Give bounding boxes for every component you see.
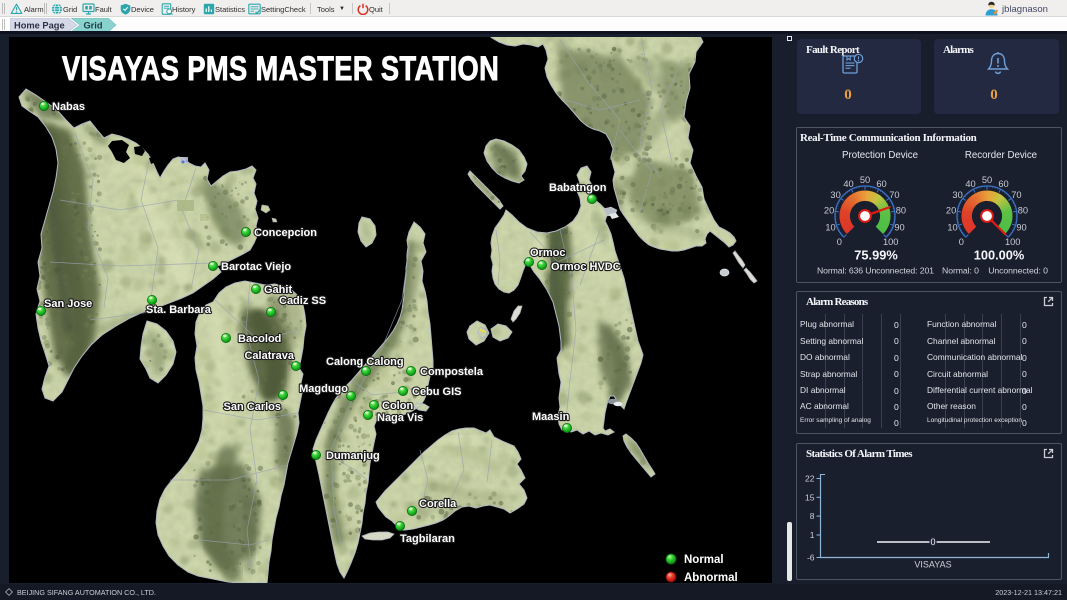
svg-text:22: 22 <box>805 474 815 484</box>
svg-text:50: 50 <box>982 175 992 185</box>
svg-text:100.00%: 100.00% <box>974 248 1025 263</box>
svg-text:80: 80 <box>1018 206 1028 216</box>
svg-text:Maasin: Maasin <box>532 411 570 423</box>
svg-text:Normal: 636 Unconnected: 201: Normal: 636 Unconnected: 201 <box>817 266 934 276</box>
svg-text:Ormoc HVDC: Ormoc HVDC <box>551 261 621 273</box>
svg-text:Nabas: Nabas <box>52 101 85 113</box>
svg-text:Cebu GIS: Cebu GIS <box>412 386 462 398</box>
svg-text:Concepcion: Concepcion <box>254 227 317 239</box>
svg-text:Abnormal: Abnormal <box>684 572 738 583</box>
svg-text:Calatrava: Calatrava <box>244 350 294 362</box>
svg-text:Grid: Grid <box>83 21 102 31</box>
svg-text:Corella: Corella <box>419 498 457 510</box>
svg-text:70: 70 <box>889 190 899 200</box>
svg-text:80: 80 <box>896 206 906 216</box>
svg-text:Barotac Viejo: Barotac Viejo <box>221 261 291 273</box>
svg-text:30: 30 <box>830 190 840 200</box>
svg-text:50: 50 <box>860 175 870 185</box>
svg-text:40: 40 <box>965 179 975 189</box>
svg-text:Colon: Colon <box>382 400 413 412</box>
svg-text:0: 0 <box>930 537 935 547</box>
svg-text:Normal: Normal <box>684 554 724 566</box>
svg-text:100: 100 <box>1005 237 1021 247</box>
svg-text:40: 40 <box>843 179 853 189</box>
svg-text:100: 100 <box>883 237 899 247</box>
svg-text:15: 15 <box>805 492 815 502</box>
svg-text:San Jose: San Jose <box>44 298 92 310</box>
svg-text:20: 20 <box>946 206 956 216</box>
svg-text:Naga Vis: Naga Vis <box>377 412 423 424</box>
svg-text:Ormoc: Ormoc <box>530 247 565 259</box>
svg-text:San Carlos: San Carlos <box>224 401 281 413</box>
svg-text:30: 30 <box>952 190 962 200</box>
svg-text:0: 0 <box>959 237 964 247</box>
svg-text:-6: -6 <box>807 553 815 563</box>
svg-text:Protection Device: Protection Device <box>842 150 918 161</box>
svg-text:Home Page: Home Page <box>14 21 65 31</box>
svg-text:Magdugo: Magdugo <box>299 383 348 395</box>
svg-text:Dumanjug: Dumanjug <box>326 450 380 462</box>
svg-text:8: 8 <box>810 511 815 521</box>
svg-text:Recorder Device: Recorder Device <box>965 150 1037 161</box>
svg-text:Sta. Barbara: Sta. Barbara <box>146 304 212 316</box>
svg-text:90: 90 <box>1016 222 1026 232</box>
svg-text:70: 70 <box>1011 190 1021 200</box>
svg-text:0: 0 <box>837 237 842 247</box>
svg-text:90: 90 <box>894 222 904 232</box>
svg-text:Compostela: Compostela <box>420 366 484 378</box>
svg-text:VISAYAS PMS MASTER STATION: VISAYAS PMS MASTER STATION <box>62 49 499 88</box>
svg-text:Tagbilaran: Tagbilaran <box>400 533 455 545</box>
svg-text:60: 60 <box>876 179 886 189</box>
svg-text:Babatngon: Babatngon <box>549 182 607 194</box>
svg-text:1: 1 <box>810 530 815 540</box>
svg-text:Normal: 0 Unconnected: 0: Normal: 0 Unconnected: 0 <box>942 266 1048 276</box>
svg-text:60: 60 <box>998 179 1008 189</box>
svg-text:10: 10 <box>947 222 957 232</box>
svg-text:75.99%: 75.99% <box>854 248 898 263</box>
svg-text:Bacolod: Bacolod <box>238 333 281 345</box>
svg-text:Calong Calong: Calong Calong <box>326 356 404 368</box>
svg-text:VISAYAS: VISAYAS <box>914 560 951 570</box>
svg-text:Cadiz SS: Cadiz SS <box>279 295 326 307</box>
svg-text:20: 20 <box>824 206 834 216</box>
svg-text:10: 10 <box>825 222 835 232</box>
